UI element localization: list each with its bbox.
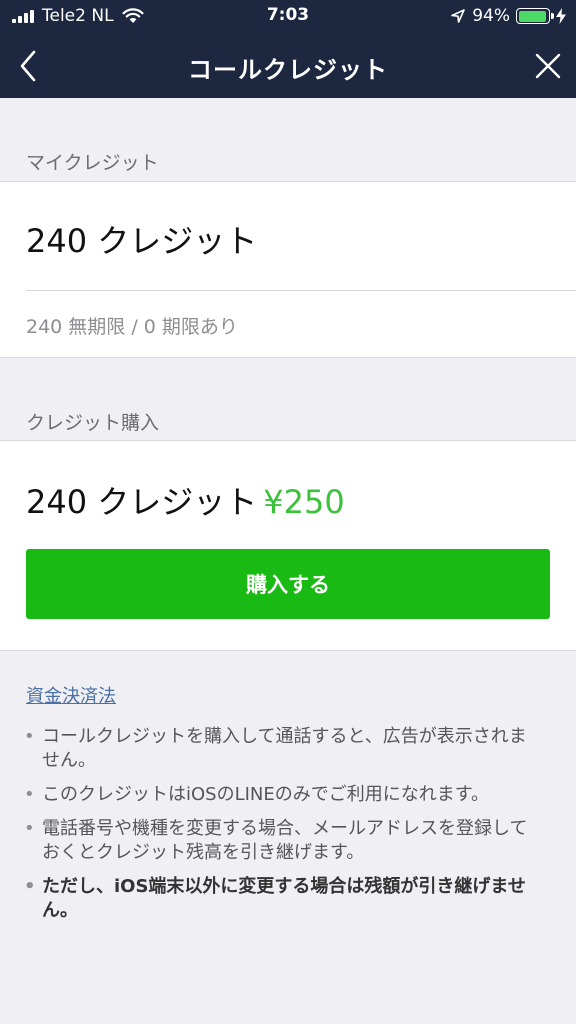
status-bar: Tele2 NL 7:03 94%	[0, 0, 576, 34]
note-item: コールクレジットを購入して通話すると、広告が表示されません。	[24, 725, 544, 773]
location-arrow-icon	[451, 9, 466, 23]
status-right: 94%	[450, 6, 566, 26]
my-credit-divider	[26, 290, 576, 291]
close-button[interactable]	[528, 46, 568, 86]
call-credit-screen: Tele2 NL 7:03 94% コールクレジット マイクレジット 240 ク…	[0, 0, 576, 1024]
purchase-price: ¥250	[263, 483, 345, 521]
nav-bar: コールクレジット	[0, 34, 576, 98]
charging-bolt-icon	[556, 8, 566, 24]
note-item-warning: ただし、iOS端末以外に変更する場合は残額が引き継げません。	[24, 875, 544, 923]
purchase-button[interactable]: 購入する	[26, 549, 550, 619]
battery-fill	[518, 10, 546, 22]
my-credit-detail: 240 無期限 / 0 期限あり	[26, 316, 238, 338]
battery-icon	[516, 8, 554, 24]
battery-nub	[551, 13, 554, 19]
my-credit-value: 240 クレジット	[26, 222, 258, 260]
close-icon	[535, 53, 561, 79]
header: Tele2 NL 7:03 94% コールクレジット	[0, 0, 576, 98]
purchase-section-label: クレジット購入	[26, 412, 160, 434]
battery-percent: 94%	[472, 6, 510, 26]
purchase-offer: 240 クレジット ¥250	[26, 477, 345, 523]
note-item: このクレジットはiOSのLINEのみでご利用になれます。	[24, 783, 544, 807]
page-title: コールクレジット	[188, 56, 388, 84]
payment-services-act-link[interactable]: 資金決済法	[26, 682, 116, 708]
purchase-card: 240 クレジット ¥250 購入する	[0, 440, 576, 651]
notes-list: コールクレジットを購入して通話すると、広告が表示されません。 このクレジットはi…	[24, 725, 544, 933]
purchase-credit-amount: 240 クレジット	[26, 483, 258, 521]
note-item: 電話番号や機種を変更する場合、メールアドレスを登録しておくとクレジット残高を引き…	[24, 817, 544, 865]
my-credit-card: 240 クレジット 240 無期限 / 0 期限あり	[0, 181, 576, 358]
my-credit-section-label: マイクレジット	[26, 152, 159, 174]
